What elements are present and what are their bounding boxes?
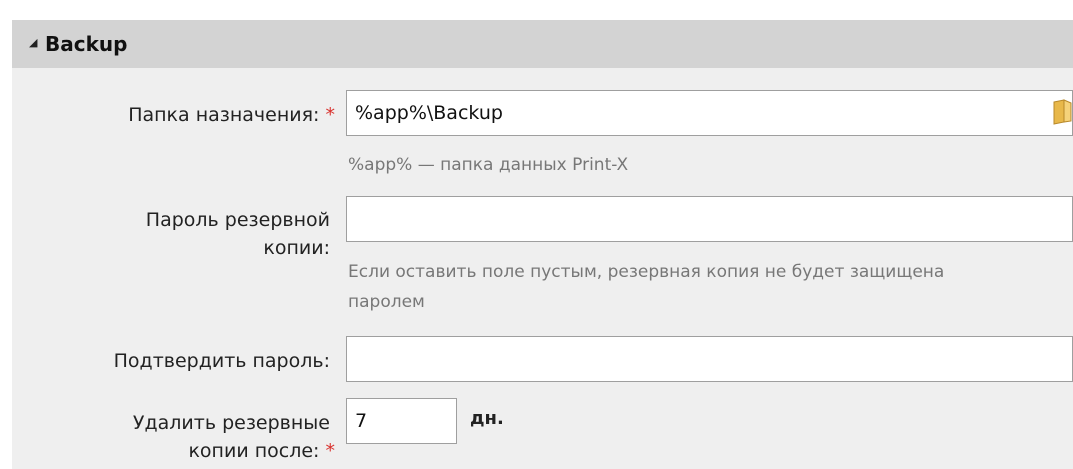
section-title: Backup (45, 32, 128, 56)
destination-folder-label: Папка назначения: * (128, 104, 336, 126)
delete-after-value: 7 (355, 410, 368, 432)
destination-folder-input[interactable]: %app%\Backup (346, 90, 1073, 136)
folder-icon[interactable] (1052, 99, 1072, 125)
backup-panel (12, 20, 1073, 469)
confirm-password-label: Подтвердить пароль: (113, 350, 330, 372)
confirm-password-input[interactable] (346, 336, 1073, 382)
collapse-triangle-icon[interactable]: ◢ (29, 37, 37, 49)
delete-after-label-line2: копии после: * (188, 440, 336, 462)
delete-after-unit: дн. (470, 408, 504, 429)
backup-password-input[interactable] (346, 196, 1073, 242)
delete-after-label-line1: Удалить резервные (132, 412, 330, 434)
backup-password-label-line2: копии: (263, 237, 330, 259)
destination-folder-hint: %app% — папка данных Print-X (348, 155, 629, 175)
required-marker: * (325, 440, 336, 462)
required-marker: * (325, 104, 336, 126)
section-header[interactable]: ◢ Backup (12, 20, 1073, 68)
destination-folder-value: %app%\Backup (355, 102, 503, 124)
backup-password-hint-line2: паролем (348, 292, 425, 312)
backup-password-hint-line1: Если оставить поле пустым, резервная коп… (348, 262, 945, 282)
delete-after-input[interactable]: 7 (346, 398, 457, 444)
backup-password-label-line1: Пароль резервной (145, 209, 330, 231)
